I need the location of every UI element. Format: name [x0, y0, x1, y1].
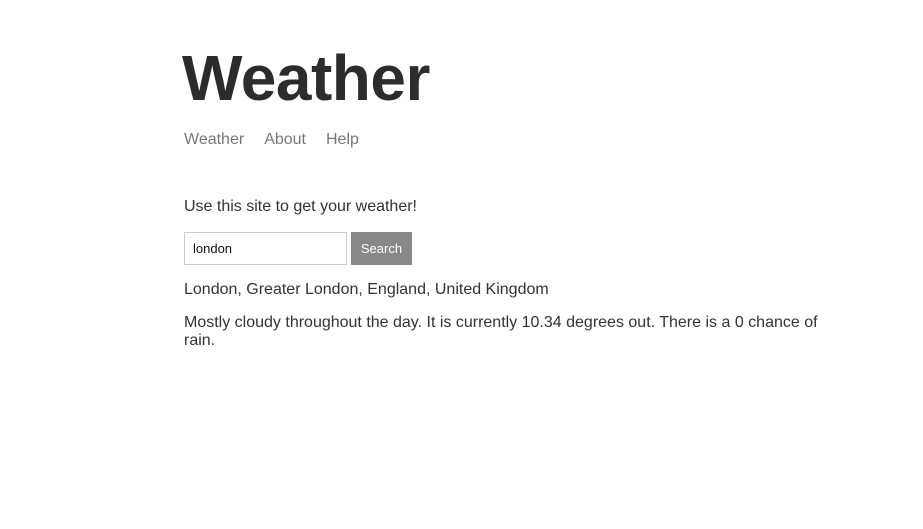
- main-nav: Weather About Help: [184, 130, 359, 150]
- search-button[interactable]: Search: [351, 232, 412, 265]
- forecast-text: Mostly cloudy throughout the day. It is …: [184, 314, 818, 349]
- location-search-input[interactable]: [184, 232, 347, 265]
- nav-link-weather[interactable]: Weather: [184, 130, 244, 150]
- nav-link-about[interactable]: About: [264, 130, 306, 150]
- intro-text: Use this site to get your weather!: [184, 198, 417, 215]
- nav-link-help[interactable]: Help: [326, 130, 359, 150]
- location-text: London, Greater London, England, United …: [184, 281, 549, 298]
- search-form: Search: [184, 232, 412, 265]
- page-title: Weather: [182, 42, 430, 114]
